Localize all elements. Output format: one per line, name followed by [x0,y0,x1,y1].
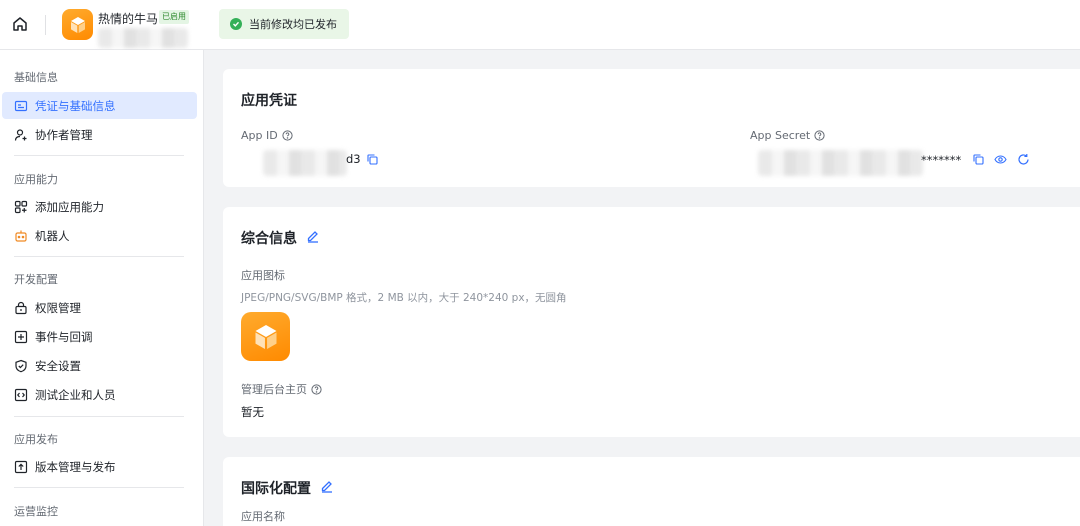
homepage-label: 管理后台主页 [241,381,322,397]
refresh-icon[interactable] [1017,153,1030,166]
app-icon-label: 应用图标 [241,269,285,282]
sidebar-item-label: 协作者管理 [35,127,93,142]
eye-icon[interactable] [994,153,1007,166]
sidebar-item-robot[interactable]: 机器人 [2,222,197,249]
top-header: 热情的牛马 已启用 当前修改均已发布 [0,0,1080,50]
sidebar-item-label: 机器人 [35,228,70,243]
app-secret-value: ******* [921,153,962,167]
publish-status-toast: 当前修改均已发布 [219,9,349,39]
sidebar-section-title: 开发配置 [14,273,58,286]
app-name-label: 应用名称 [241,510,285,523]
i18n-title: 国际化配置 [241,481,311,497]
app-secret-label-text: App Secret [750,129,811,142]
sidebar-item-label: 安全设置 [35,358,81,373]
sidebar-item-test-users[interactable]: 测试企业和人员 [2,381,197,408]
grid-plus-icon [14,200,28,214]
sidebar-divider [14,256,184,257]
sidebar-item-add-capability[interactable]: 添加应用能力 [2,193,197,220]
lock-icon [14,301,28,315]
app-icon-hint: JPEG/PNG/SVG/BMP 格式，2 MB 以内，大于 240*240 p… [241,292,567,304]
event-icon [14,330,28,344]
app-logo [62,9,93,40]
i18n-card: 国际化配置 应用名称 [223,457,1080,526]
sidebar-item-events[interactable]: 事件与回调 [2,323,197,350]
copy-icon[interactable] [972,153,985,166]
app-id-label-text: App ID [241,129,278,142]
toast-text: 当前修改均已发布 [249,18,337,31]
home-icon[interactable] [11,15,29,33]
app-name: 热情的牛马 [98,12,159,26]
sidebar-item-label: 权限管理 [35,300,81,315]
redacted-app-secret [758,150,923,176]
edit-icon[interactable] [306,229,320,243]
credentials-title: 应用凭证 [241,93,297,109]
sidebar-divider [14,155,184,156]
check-circle-icon [230,18,242,30]
copy-icon[interactable] [366,153,379,166]
sidebar-section-title: 基础信息 [14,71,58,84]
sidebar-section-title: 运营监控 [14,505,58,518]
help-icon[interactable] [282,130,293,141]
general-info-title: 综合信息 [241,231,297,247]
user-add-icon [14,128,28,142]
sidebar-item-security[interactable]: 安全设置 [2,352,197,379]
sidebar-item-label: 凭证与基础信息 [35,98,116,113]
shield-icon [14,359,28,373]
credentials-card: 应用凭证 App ID d3 App Secret ******* [223,69,1080,187]
header-divider [45,15,46,35]
edit-icon[interactable] [320,479,334,493]
app-icon-preview[interactable] [241,312,290,361]
sidebar-item-label: 添加应用能力 [35,199,104,214]
credential-icon [14,99,28,113]
sidebar-divider [14,416,184,417]
app-secret-label: App Secret [750,129,825,142]
app-id-value: d3 [346,152,361,166]
sidebar-item-label: 版本管理与发布 [35,459,116,474]
sidebar: 基础信息 凭证与基础信息 协作者管理 应用能力 添加应用能力 机器人 开发配置 … [0,50,204,526]
sidebar-item-permissions[interactable]: 权限管理 [2,294,197,321]
help-icon[interactable] [311,383,322,395]
code-icon [14,388,28,402]
homepage-label-text: 管理后台主页 [241,383,307,396]
redacted-area [98,28,188,48]
general-info-card: 综合信息 应用图标 JPEG/PNG/SVG/BMP 格式，2 MB 以内，大于… [223,207,1080,437]
upload-icon [14,460,28,474]
sidebar-item-credentials[interactable]: 凭证与基础信息 [2,92,197,119]
sidebar-divider [14,487,184,488]
sidebar-item-label: 事件与回调 [35,329,93,344]
app-status-badge: 已启用 [159,10,189,24]
help-icon[interactable] [814,130,825,141]
sidebar-item-collaborators[interactable]: 协作者管理 [2,121,197,148]
robot-icon [14,229,28,243]
redacted-app-id [263,150,347,176]
sidebar-section-title: 应用发布 [14,433,58,446]
sidebar-section-title: 应用能力 [14,173,58,186]
sidebar-item-versions[interactable]: 版本管理与发布 [2,453,197,480]
homepage-value: 暂无 [241,405,264,419]
sidebar-item-label: 测试企业和人员 [35,387,116,402]
app-id-label: App ID [241,129,293,142]
